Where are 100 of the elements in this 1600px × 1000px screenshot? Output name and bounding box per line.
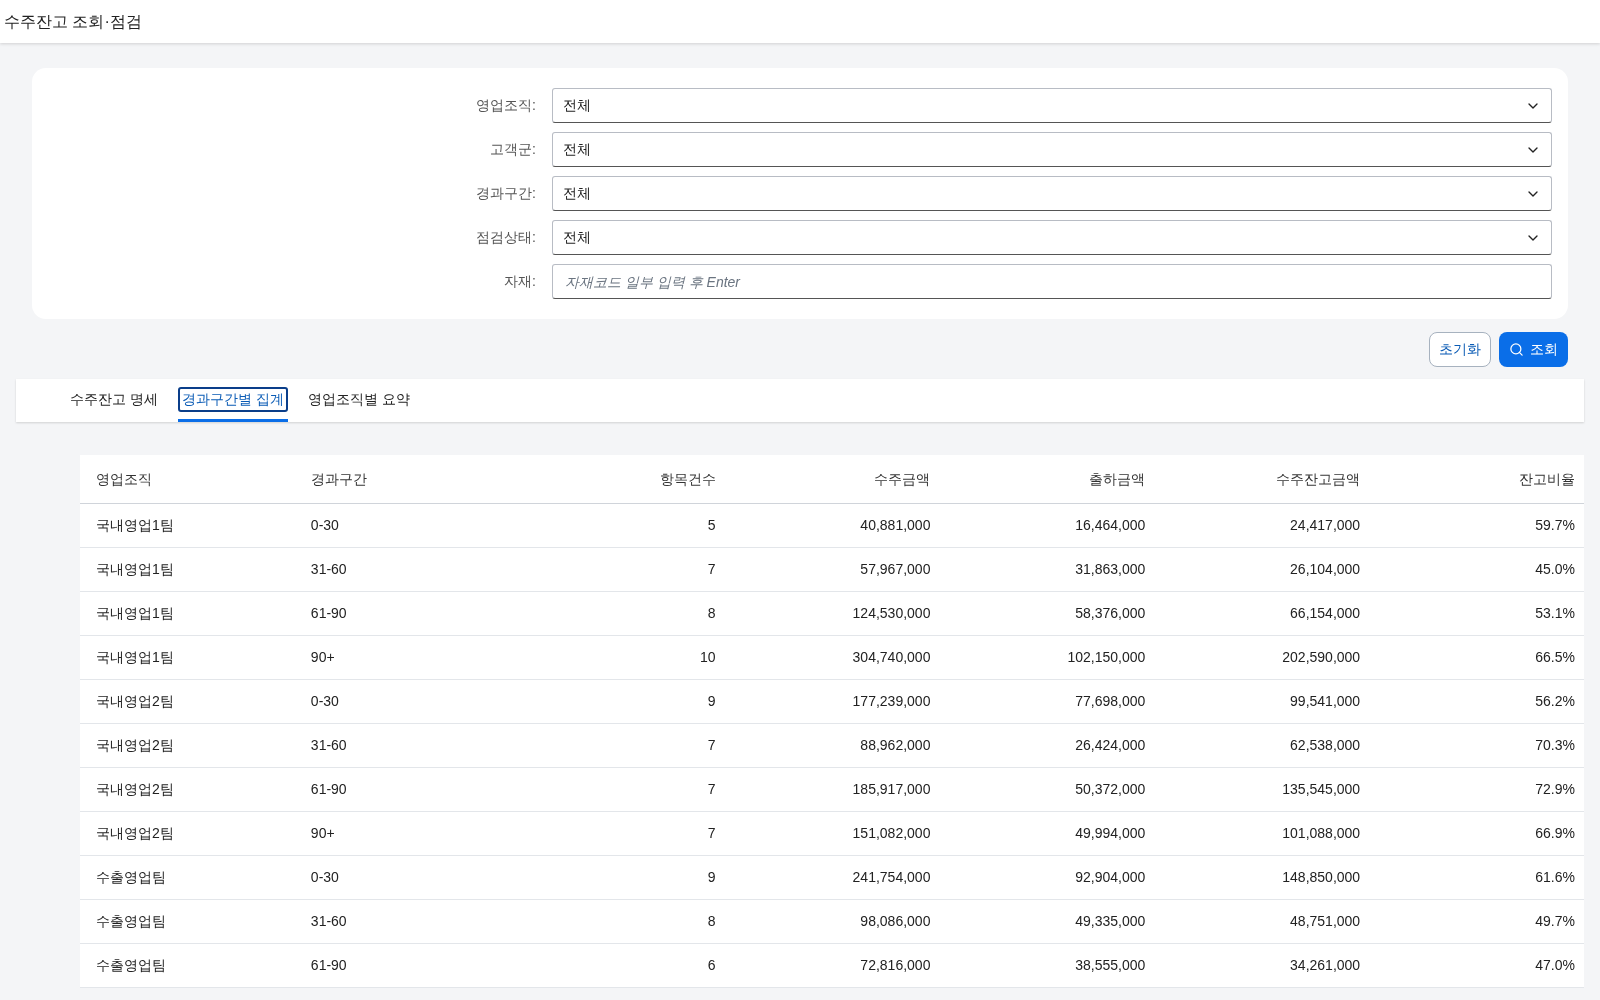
table-cell-text: 국내영업2팀 [95,736,175,755]
table-cell-text: 61-90 [309,604,348,623]
table-cell-text: 98,086,000 [859,912,932,931]
table-cell-text: 48,751,000 [1289,912,1362,931]
search-button[interactable]: 조회 [1499,332,1568,367]
table-cell-text: 99,541,000 [1289,692,1362,711]
table-cell-text: 0-30 [309,692,340,711]
table-cell-text: 57,967,000 [859,560,932,579]
tab[interactable]: 수주잔고 명세 [66,379,162,422]
table-cell-text: 31-60 [309,736,348,755]
table-cell-text: 수출영업팀 [95,868,167,887]
table-cell-text: 70.3% [1534,736,1576,755]
column-header: 항목건수 [658,469,717,489]
table-cell-text: 49,994,000 [1074,824,1147,843]
table-cell-text: 국내영업2팀 [95,824,175,843]
table-cell-text: 61-90 [309,956,348,975]
table-cell-text: 50,372,000 [1074,780,1147,799]
table-cell-text: 304,740,000 [851,648,932,667]
column-header: 잔고비율 [1518,469,1576,489]
table-cell-text: 72.9% [1534,780,1576,799]
table-cell-text: 7 [706,780,717,799]
table-cell-text: 26,424,000 [1074,736,1147,755]
table-cell-text: 61-90 [309,780,348,799]
filter-label: 점검상태: [475,228,537,247]
table-cell-text: 6 [706,956,717,975]
table-cell-text: 58,376,000 [1074,604,1147,623]
table-cell-text: 9 [706,692,717,711]
table-cell-text: 77,698,000 [1074,692,1147,711]
table-cell-text: 45.0% [1534,560,1576,579]
table-cell-text: 7 [706,560,717,579]
table-cell-text: 124,530,000 [851,604,932,623]
table-cell-text: 국내영업1팀 [95,604,175,623]
table-cell-text: 66.5% [1534,648,1576,667]
table-cell-text: 72,816,000 [859,956,932,975]
filter-label: 고객군: [489,140,537,159]
table-cell-text: 국내영업1팀 [95,560,175,579]
search-icon [1509,342,1524,357]
table-cell-text: 국내영업1팀 [95,648,175,667]
column-header: 수주잔고금액 [1275,469,1362,489]
table-cell-text: 8 [706,912,717,931]
table-cell-text: 90+ [309,648,336,667]
table-cell-text: 202,590,000 [1281,648,1362,667]
table-cell-text: 148,850,000 [1281,868,1362,887]
table-cell-text: 국내영업2팀 [95,780,175,799]
column-header: 출하금액 [1088,469,1147,489]
table-cell-text: 31,863,000 [1074,560,1147,579]
table-cell-text: 5 [706,516,717,535]
select-field[interactable]: 전체 [552,220,1552,255]
filter-label: 경과구간: [475,184,537,203]
table-cell-text: 34,261,000 [1289,956,1362,975]
table-cell-text: 66.9% [1534,824,1576,843]
table-cell-text: 102,150,000 [1066,648,1147,667]
reset-button[interactable]: 초기화 [1429,332,1491,367]
table-cell-text: 135,545,000 [1281,780,1362,799]
filter-label: 영업조직: [475,96,537,115]
table-cell-text: 24,417,000 [1289,516,1362,535]
table-cell-text: 47.0% [1534,956,1576,975]
table-cell-text: 56.2% [1534,692,1576,711]
table-cell-text: 7 [706,736,717,755]
table-cell-text: 10 [699,648,717,667]
select-field[interactable]: 전체 [552,88,1552,123]
table-cell-text: 0-30 [309,868,340,887]
table-cell-text: 국내영업2팀 [95,692,175,711]
table-cell-text: 0-30 [309,516,340,535]
table-cell-text: 59.7% [1534,516,1576,535]
table-cell-text: 8 [706,604,717,623]
table-cell-text: 92,904,000 [1074,868,1147,887]
table-cell-text: 7 [706,824,717,843]
table-cell-text: 66,154,000 [1289,604,1362,623]
table-cell-text: 101,088,000 [1281,824,1362,843]
table-cell-text: 16,464,000 [1074,516,1147,535]
column-header: 영업조직 [95,469,153,489]
table-cell-text: 61.6% [1534,868,1576,887]
page-title: 수주잔고 조회·점검 [4,11,142,32]
table-cell-text: 49.7% [1534,912,1576,931]
table-cell-text: 151,082,000 [851,824,932,843]
table-cell-text: 수출영업팀 [95,912,167,931]
filter-label: 자재: [503,272,537,291]
table-cell-text: 90+ [309,824,336,843]
table-cell-text: 241,754,000 [851,868,932,887]
table-cell-text: 62,538,000 [1289,736,1362,755]
table-cell-text: 수출영업팀 [95,956,167,975]
column-header: 경과구간 [309,469,368,489]
table-cell-text: 31-60 [309,912,348,931]
table-cell-text: 26,104,000 [1289,560,1362,579]
tab[interactable]: 영업조직별 요약 [303,379,414,422]
input-field[interactable]: 자재코드 일부 입력 후 Enter [552,264,1552,299]
table-cell-text: 88,962,000 [859,736,932,755]
table-cell-text: 31-60 [309,560,348,579]
table-cell-text: 49,335,000 [1074,912,1147,931]
select-field[interactable]: 전체 [552,176,1552,211]
select-field[interactable]: 전체 [552,132,1552,167]
table-cell-text: 40,881,000 [859,516,932,535]
table-cell-text: 185,917,000 [851,780,932,799]
table-cell-text: 38,555,000 [1074,956,1147,975]
table-cell-text: 9 [706,868,717,887]
table-cell-text: 177,239,000 [851,692,932,711]
table-cell-text: 53.1% [1534,604,1576,623]
table-cell-text: 국내영업1팀 [95,516,175,535]
column-header: 수주금액 [873,469,932,489]
